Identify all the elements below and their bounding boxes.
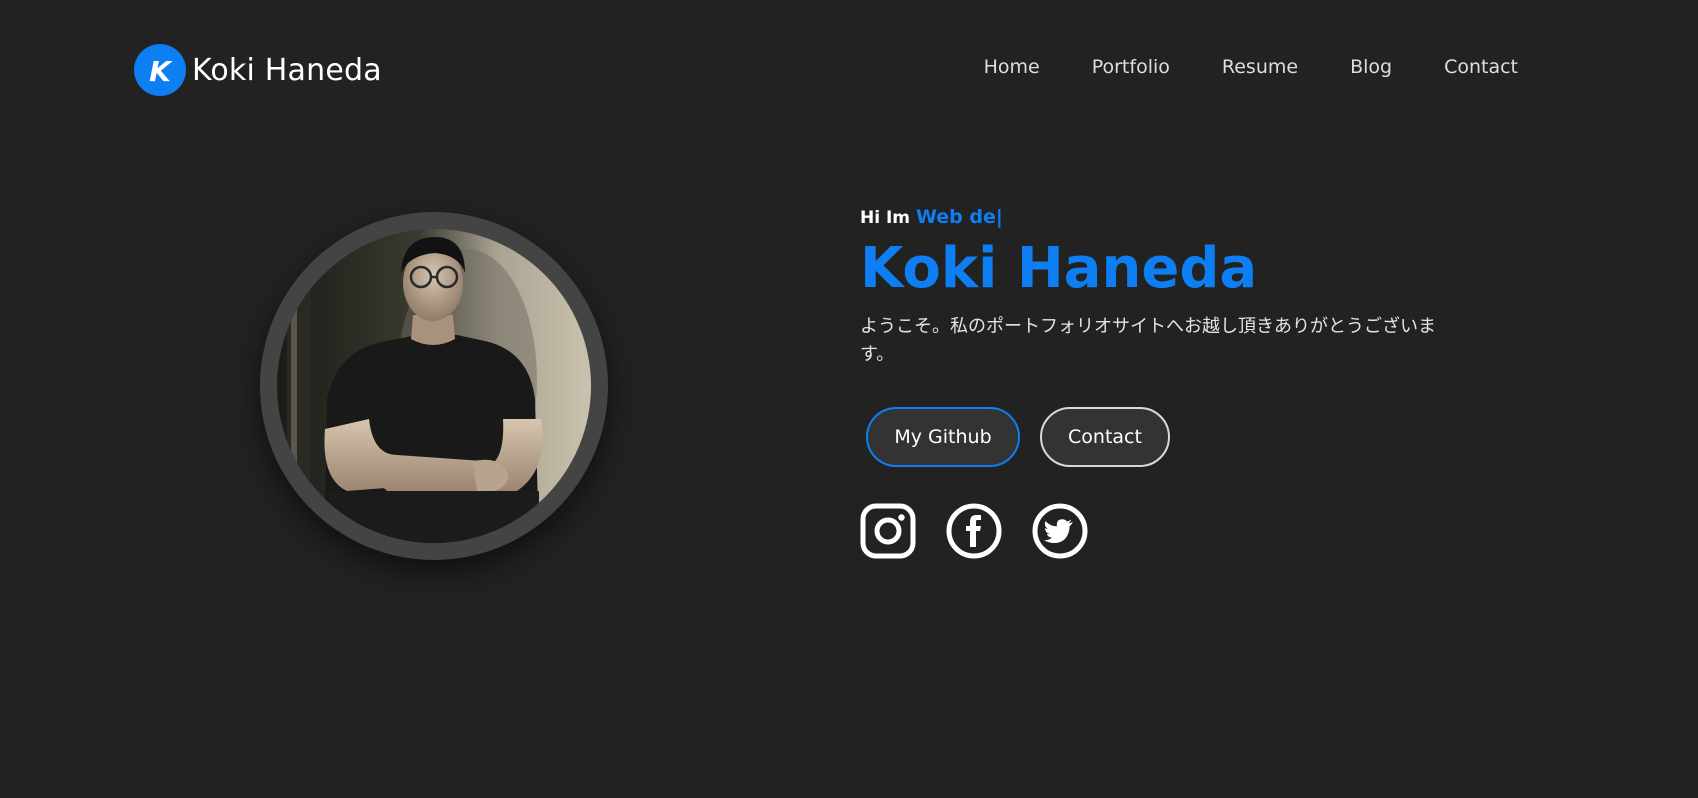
main-nav: Home Portfolio Resume Blog Contact: [984, 56, 1518, 78]
facebook-icon[interactable]: [946, 503, 1002, 559]
nav-resume[interactable]: Resume: [1222, 56, 1298, 78]
brand-name: Koki Haneda: [192, 52, 382, 88]
intro-text: ようこそ。私のポートフォリオサイトへお越し頂きありがとうございます。: [860, 315, 1436, 365]
instagram-icon[interactable]: [860, 503, 916, 559]
greeting-line: Hi Im Web de|: [860, 206, 1480, 230]
brand-logo-letter: K: [149, 55, 171, 88]
brand-link[interactable]: K Koki Haneda: [134, 44, 382, 96]
profile-avatar-frame: [260, 212, 608, 560]
contact-button[interactable]: Contact: [1040, 406, 1170, 467]
github-button[interactable]: My Github: [866, 406, 1020, 467]
nav-blog[interactable]: Blog: [1350, 56, 1392, 78]
hero-buttons: My Github Contact: [866, 406, 1480, 467]
typed-role-text: Web de|: [916, 206, 1003, 228]
nav-portfolio[interactable]: Portfolio: [1092, 56, 1170, 78]
social-links: [860, 503, 1480, 559]
hero-section: Hi Im Web de| Koki Haneda ようこそ。私のポートフォリオ…: [860, 206, 1480, 559]
site-header: K Koki Haneda Home Portfolio Resume Blog…: [0, 0, 1698, 138]
hero-name: Koki Haneda: [860, 236, 1258, 301]
nav-home[interactable]: Home: [984, 56, 1040, 78]
profile-photo: [277, 229, 591, 543]
greeting-text: Hi Im: [860, 208, 911, 228]
twitter-icon[interactable]: [1032, 503, 1088, 559]
brand-logo-icon: K: [134, 44, 186, 96]
nav-contact[interactable]: Contact: [1444, 56, 1518, 78]
